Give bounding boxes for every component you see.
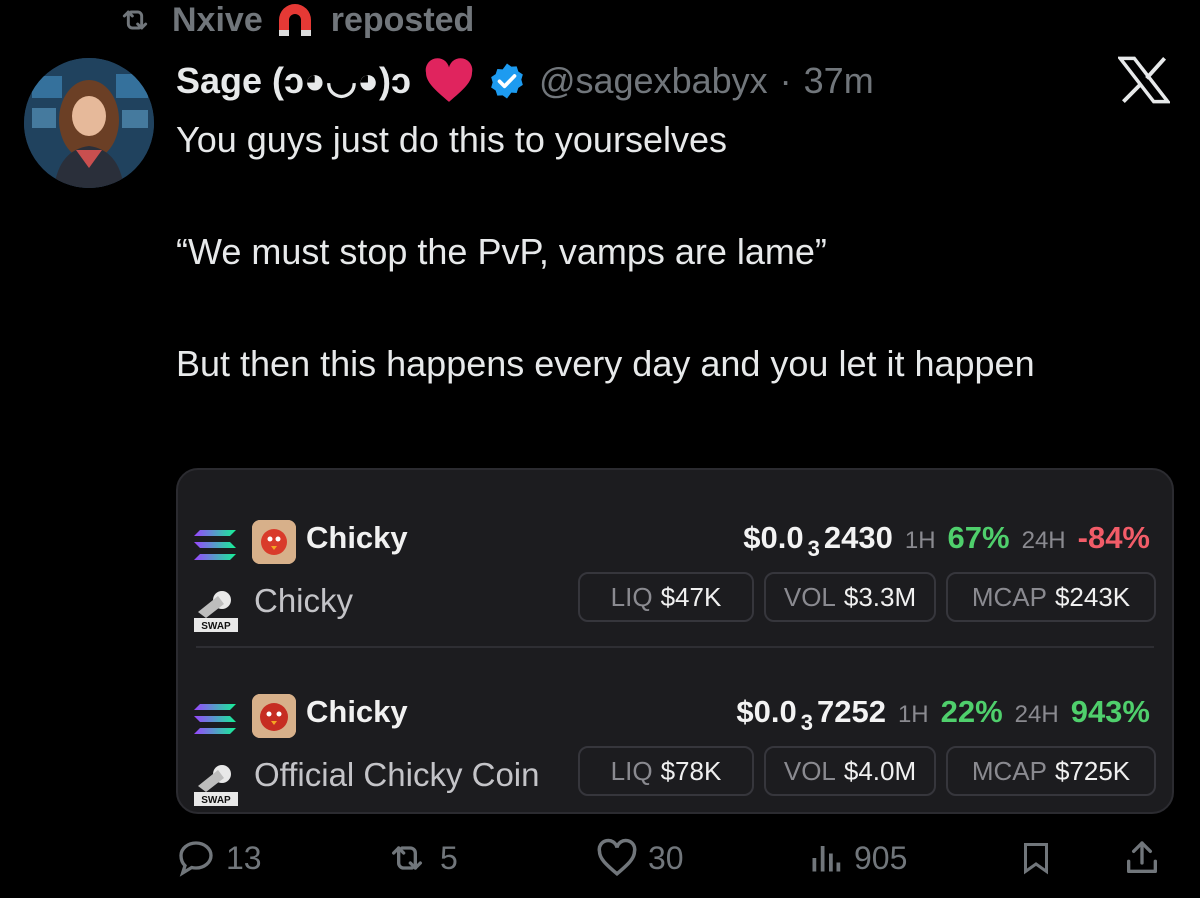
magnet-icon xyxy=(273,0,321,40)
retweet-icon xyxy=(392,846,422,870)
swap-label: SWAP xyxy=(201,795,231,806)
h1-change: 67% xyxy=(947,520,1010,555)
swap-icon: SWAP xyxy=(194,762,238,808)
token-name: Chicky xyxy=(254,582,354,619)
liquidity-pill: LIQ $47K xyxy=(578,572,754,622)
h1-label: 1H xyxy=(904,527,936,554)
tweet-line: But then this happens every day and you … xyxy=(176,343,1035,384)
views-icon xyxy=(812,846,841,872)
display-name[interactable]: Sage (ↄ◕◡◕)ↄ xyxy=(176,60,411,102)
repost-button[interactable]: 5 xyxy=(384,838,458,878)
reply-count: 13 xyxy=(226,839,262,876)
solana-icon xyxy=(194,528,238,562)
repost-count: 5 xyxy=(440,839,458,876)
token-row: SWAP Chicky Official Chicky Coin $0.0 3 72… xyxy=(178,684,1172,834)
verified-badge-icon xyxy=(487,61,527,101)
avatar[interactable] xyxy=(24,58,154,188)
token-comparison-card[interactable]: SWAP Chicky Chicky $0.0 3 2430 1H 67% 24H … xyxy=(176,468,1174,814)
share-icon xyxy=(1127,841,1157,873)
user-handle[interactable]: @sagexbabyx xyxy=(539,60,768,102)
token-symbol: Chicky xyxy=(306,694,408,729)
repost-indicator: Nxive reposted xyxy=(112,0,474,40)
tweet-line: You guys just do this to yourselves xyxy=(176,119,727,160)
liquidity-pill: LIQ $78K xyxy=(578,746,754,796)
tweet-text: You guys just do this to yourselves “We … xyxy=(176,112,1136,392)
heart-icon xyxy=(423,58,475,104)
market-cap-pill: MCAP $725K xyxy=(946,746,1156,796)
h24-label: 24H xyxy=(1014,701,1059,728)
token-name: Official Chicky Coin xyxy=(254,756,540,793)
x-logo-icon xyxy=(1116,56,1172,104)
views-button[interactable]: 905 xyxy=(808,838,907,878)
tweet-line: “We must stop the PvP, vamps are lame” xyxy=(176,231,827,272)
row-divider xyxy=(196,646,1154,648)
reply-icon xyxy=(179,841,213,877)
token-price: $0.0 3 7252 xyxy=(736,694,886,735)
solana-icon xyxy=(194,702,238,736)
stat-pills: LIQ $78K VOL $4.0M MCAP $725K xyxy=(578,746,1156,796)
bookmark-button[interactable] xyxy=(1018,838,1054,878)
token-row: SWAP Chicky Chicky $0.0 3 2430 1H 67% 24H … xyxy=(178,510,1172,660)
repost-user[interactable]: Nxive xyxy=(172,1,263,40)
price-line: $0.0 3 2430 1H 67% 24H -84% xyxy=(743,520,1150,562)
swap-icon: SWAP xyxy=(194,588,238,634)
timestamp[interactable]: 37m xyxy=(804,60,874,102)
heart-outline-icon xyxy=(597,838,637,877)
token-price: $0.0 3 2430 xyxy=(743,520,893,561)
like-button[interactable]: 30 xyxy=(596,838,684,878)
price-line: $0.0 3 7252 1H 22% 24H 943% xyxy=(736,694,1150,736)
token-symbol: Chicky xyxy=(306,520,408,555)
reply-button[interactable]: 13 xyxy=(176,838,262,878)
separator-dot: · xyxy=(779,60,792,101)
token-image xyxy=(252,694,296,738)
view-count: 905 xyxy=(854,839,908,876)
tweet-action-bar: 13 5 30 905 xyxy=(176,834,1170,890)
h24-change: 943% xyxy=(1070,694,1150,729)
h24-change: -84% xyxy=(1077,520,1150,555)
stat-pills: LIQ $47K VOL $3.3M MCAP $243K xyxy=(578,572,1156,622)
volume-pill: VOL $4.0M xyxy=(764,746,936,796)
volume-pill: VOL $3.3M xyxy=(764,572,936,622)
swap-label: SWAP xyxy=(201,621,231,632)
market-cap-pill: MCAP $243K xyxy=(946,572,1156,622)
tweet-header: Sage (ↄ◕◡◕)ↄ @sagexbabyx · 37m xyxy=(176,50,874,112)
h24-label: 24H xyxy=(1021,527,1066,554)
share-button[interactable] xyxy=(1122,838,1162,878)
token-image xyxy=(252,520,296,564)
h1-change: 22% xyxy=(940,694,1003,729)
bookmark-icon xyxy=(1024,843,1048,875)
repost-label: reposted xyxy=(330,0,475,39)
like-count: 30 xyxy=(648,839,684,876)
h1-label: 1H xyxy=(897,701,929,728)
retweet-icon xyxy=(112,2,162,38)
